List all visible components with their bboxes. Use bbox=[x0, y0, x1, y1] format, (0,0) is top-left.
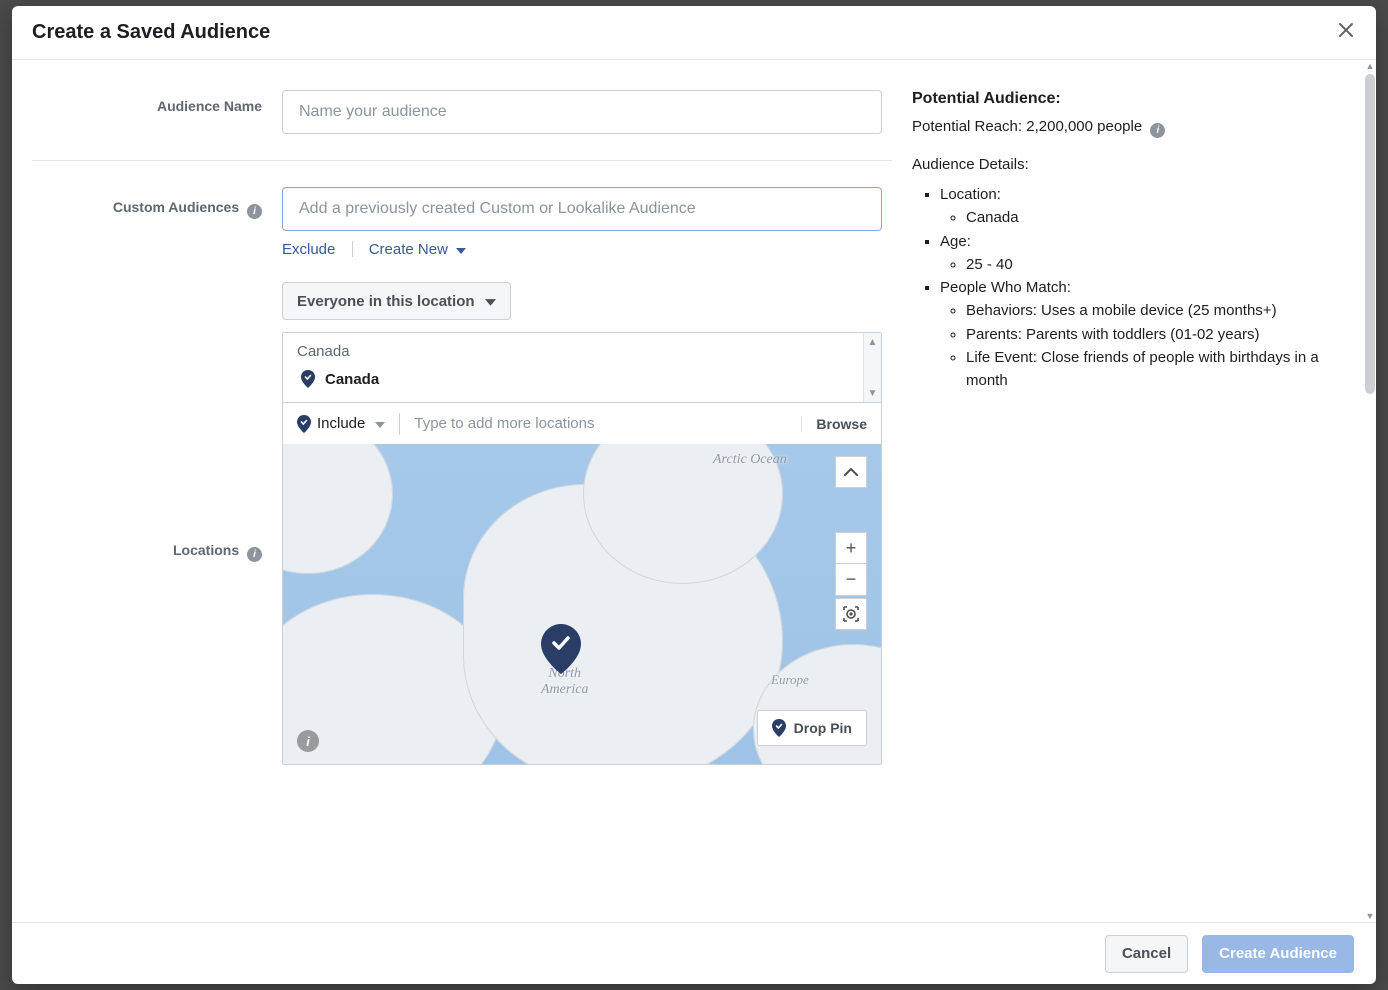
include-exclude-dropdown[interactable]: Include bbox=[297, 415, 385, 433]
scroll-down-icon[interactable]: ▼ bbox=[1364, 910, 1376, 922]
info-icon[interactable]: i bbox=[247, 547, 262, 562]
audience-name-label: Audience Name bbox=[32, 90, 282, 134]
chevron-down-icon bbox=[456, 241, 466, 258]
map-label-arctic-ocean: Arctic Ocean bbox=[713, 452, 787, 468]
exclude-link[interactable]: Exclude bbox=[282, 241, 335, 258]
detail-location: Location: Canada bbox=[940, 183, 1356, 230]
audience-name-input[interactable] bbox=[282, 90, 882, 134]
close-icon[interactable] bbox=[1336, 20, 1356, 45]
add-location-input[interactable] bbox=[414, 403, 801, 444]
audience-summary-panel: Potential Audience: Potential Reach: 2,2… bbox=[892, 90, 1356, 777]
custom-audiences-input[interactable] bbox=[282, 187, 882, 231]
location-map[interactable]: Arctic Ocean North America Europe + bbox=[283, 444, 881, 764]
create-audience-modal: Create a Saved Audience ▲ ▼ Audience Nam… bbox=[12, 6, 1376, 984]
chevron-down-icon bbox=[375, 415, 385, 432]
custom-audiences-row: Custom Audiences i Exclude Create New bbox=[32, 187, 892, 270]
info-icon[interactable]: i bbox=[247, 204, 262, 219]
map-label-europe: Europe bbox=[771, 672, 809, 688]
modal-body: ▲ ▼ Audience Name Custom Audiences i bbox=[12, 60, 1376, 922]
map-zoom-out-button[interactable]: − bbox=[835, 564, 867, 596]
map-marker-icon bbox=[541, 624, 581, 664]
drop-pin-button[interactable]: Drop Pin bbox=[757, 710, 867, 746]
chevron-down-icon bbox=[485, 293, 496, 310]
create-new-link[interactable]: Create New bbox=[369, 241, 466, 258]
scroll-thumb[interactable] bbox=[1365, 74, 1375, 394]
location-name: Canada bbox=[325, 371, 379, 388]
location-selected-item[interactable]: Canada bbox=[297, 370, 867, 388]
scroll-up-icon[interactable]: ▲ bbox=[1364, 60, 1376, 72]
locations-box: ▲ ▼ Canada Canada bbox=[282, 332, 882, 765]
map-locate-button[interactable] bbox=[835, 598, 867, 630]
audience-details-list: Location: Canada Age: 25 - 40 People Who… bbox=[912, 183, 1356, 392]
location-scope-dropdown[interactable]: Everyone in this location bbox=[282, 282, 511, 320]
location-list-scrollbar[interactable]: ▲ ▼ bbox=[863, 333, 881, 402]
location-search-header: Canada bbox=[297, 343, 867, 360]
modal-header: Create a Saved Audience bbox=[12, 6, 1376, 60]
map-zoom-in-button[interactable]: + bbox=[835, 532, 867, 564]
audience-details-title: Audience Details: bbox=[912, 156, 1356, 173]
scroll-up-icon[interactable]: ▲ bbox=[864, 333, 881, 351]
detail-age: Age: 25 - 40 bbox=[940, 230, 1356, 277]
cancel-button[interactable]: Cancel bbox=[1105, 935, 1188, 973]
map-pin-icon bbox=[297, 415, 311, 433]
map-info-icon[interactable]: i bbox=[297, 730, 319, 752]
audience-name-row: Audience Name bbox=[32, 90, 892, 161]
potential-reach: Potential Reach: 2,200,000 people i bbox=[912, 118, 1356, 138]
info-icon[interactable]: i bbox=[1150, 123, 1165, 138]
map-pin-icon bbox=[301, 370, 315, 388]
browse-link[interactable]: Browse bbox=[801, 416, 867, 432]
custom-audiences-label: Custom Audiences i bbox=[32, 187, 282, 258]
locations-row: Locations i Everyone in this location ▲ bbox=[32, 282, 892, 777]
locations-label: Locations i bbox=[32, 282, 282, 765]
scrollbar[interactable]: ▲ ▼ bbox=[1364, 60, 1376, 922]
modal-title: Create a Saved Audience bbox=[32, 21, 270, 44]
create-audience-button[interactable]: Create Audience bbox=[1202, 935, 1354, 973]
map-collapse-button[interactable] bbox=[835, 456, 867, 488]
map-pin-icon bbox=[772, 719, 786, 737]
scroll-down-icon[interactable]: ▼ bbox=[864, 384, 881, 402]
modal-footer: Cancel Create Audience bbox=[12, 922, 1376, 984]
detail-match: People Who Match: Behaviors: Uses a mobi… bbox=[940, 276, 1356, 392]
potential-audience-title: Potential Audience: bbox=[912, 90, 1356, 108]
